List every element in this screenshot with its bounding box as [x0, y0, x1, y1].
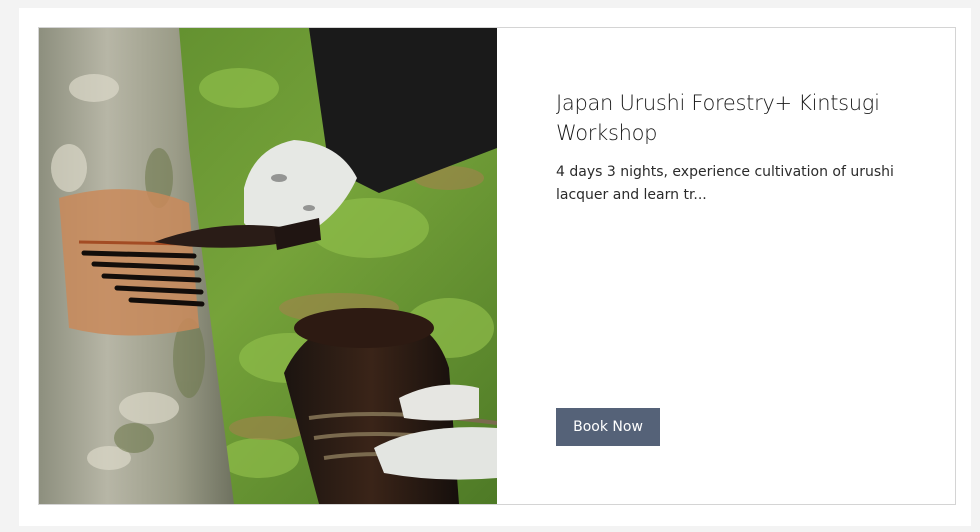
- service-image[interactable]: [39, 28, 497, 504]
- service-description: 4 days 3 nights, experience cultivation …: [556, 164, 894, 203]
- book-now-button[interactable]: Book Now: [556, 408, 660, 446]
- page: Japan Urushi Forestry+ Kintsugi Workshop…: [0, 0, 980, 532]
- service-title: Japan Urushi Forestry+ Kintsugi Workshop: [556, 91, 880, 145]
- service-card: Japan Urushi Forestry+ Kintsugi Workshop…: [38, 27, 956, 505]
- service-info: Japan Urushi Forestry+ Kintsugi Workshop…: [556, 28, 936, 504]
